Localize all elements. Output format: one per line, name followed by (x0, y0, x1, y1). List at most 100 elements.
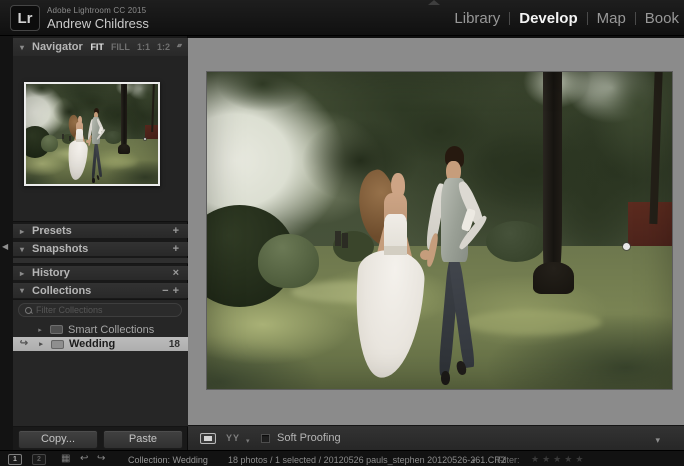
top-panel-collapse-arrow-icon[interactable] (428, 0, 440, 5)
collection-row-wedding-selected[interactable]: Wedding 18 (13, 337, 188, 351)
main-photo[interactable] (207, 72, 672, 389)
wedding-photo-scene (207, 72, 672, 389)
sunlight-patch (216, 262, 281, 278)
filmstrip-source-label: Collection: Wedding (128, 455, 208, 465)
second-window-monitor-button[interactable]: 2 (32, 454, 46, 465)
bush (258, 234, 318, 288)
remove-collection-icon[interactable] (160, 285, 170, 297)
tree-trunk-base (533, 262, 575, 294)
module-book[interactable]: Book (645, 10, 679, 27)
groom-forearm (88, 135, 92, 146)
bush (41, 135, 58, 152)
chevron-right-icon[interactable] (20, 269, 32, 278)
large-tree-trunk (543, 72, 563, 288)
go-forward-icon[interactable] (97, 453, 105, 464)
sunlight-patch (50, 150, 84, 157)
copy-settings-button[interactable]: Copy... (18, 430, 98, 449)
zoom-fill[interactable]: FILL (111, 42, 130, 52)
snapshots-empty-content (13, 258, 188, 264)
star-icon[interactable] (531, 454, 539, 465)
bride-arm (79, 129, 85, 148)
sunlight-patch (99, 159, 139, 167)
develop-toolbar: Soft Proofing (188, 425, 684, 450)
bride-dress-bodice (76, 129, 83, 141)
groom-forearm (458, 213, 489, 250)
star-icon[interactable] (575, 454, 583, 465)
left-panel-collapse-rail[interactable] (0, 36, 13, 466)
bride-face (78, 116, 82, 124)
module-separator (587, 12, 588, 25)
bride (353, 154, 432, 382)
collections-filter-box[interactable] (18, 303, 182, 317)
bride-arm (73, 129, 79, 146)
groom-hair (445, 146, 464, 168)
bride-dress-band (76, 139, 83, 142)
module-develop[interactable]: Develop (519, 10, 577, 27)
module-separator (635, 12, 636, 25)
go-back-icon[interactable] (80, 453, 88, 464)
history-panel-header[interactable]: History (13, 266, 188, 280)
star-icon[interactable] (564, 454, 572, 465)
filmstrip-source-dropdown-icon[interactable] (472, 457, 476, 465)
collections-panel-header[interactable]: Collections (13, 283, 188, 298)
presets-panel-header[interactable]: Presets (13, 224, 188, 238)
module-map[interactable]: Map (597, 10, 626, 27)
filter-label: Filter: (497, 455, 520, 465)
tree-trunk-base (118, 144, 130, 154)
chevron-right-icon[interactable] (35, 326, 45, 334)
star-icon[interactable] (542, 454, 550, 465)
note-card (460, 208, 476, 232)
search-icon (25, 307, 32, 314)
add-snapshot-icon[interactable] (171, 243, 181, 255)
zoom-1-2[interactable]: 1:2 (157, 42, 170, 52)
lightroom-window: Lr Adobe Lightroom CC 2015 Andrew Childr… (0, 0, 684, 466)
before-after-view-icon[interactable] (222, 432, 244, 445)
collection-set-icon (51, 340, 64, 349)
zoom-fit[interactable]: FIT (90, 42, 104, 52)
title-bar: Lr Adobe Lightroom CC 2015 Andrew Childr… (0, 0, 684, 36)
navigator-panel-header[interactable]: Navigator FIT FILL 1:1 1:2 (13, 38, 188, 56)
chevron-down-icon[interactable] (20, 245, 32, 254)
chevron-down-icon[interactable] (20, 43, 32, 52)
chevron-down-icon[interactable] (20, 286, 32, 295)
image-canvas (188, 38, 684, 425)
chevron-right-icon[interactable] (36, 340, 46, 348)
zoom-ratio-swap-icon[interactable] (177, 42, 181, 52)
toolbar-options-dropdown-icon[interactable] (655, 435, 660, 446)
snapshots-title: Snapshots (32, 243, 88, 255)
joined-hands (86, 140, 89, 143)
module-separator (509, 12, 510, 25)
chevron-right-icon[interactable] (20, 227, 32, 236)
collections-filter-input[interactable] (36, 305, 175, 315)
paste-settings-button[interactable]: Paste (103, 430, 183, 449)
groom-trousers (438, 259, 460, 375)
navigator-thumbnail[interactable] (24, 82, 160, 186)
star-icon[interactable] (553, 454, 561, 465)
soft-proofing-label: Soft Proofing (277, 432, 341, 444)
groom-face (94, 112, 98, 119)
module-library[interactable]: Library (454, 10, 500, 27)
filmstrip-selection-info[interactable]: 18 photos / 1 selected / 20120526 pauls_… (228, 455, 506, 465)
clear-history-icon[interactable] (171, 267, 181, 279)
groom-bowtie (94, 117, 98, 120)
collection-row-smart-collections[interactable]: Smart Collections (13, 323, 188, 336)
snapshots-panel-header[interactable]: Snapshots (13, 242, 188, 256)
bride-dress-band (384, 246, 408, 255)
before-after-dropdown-icon[interactable] (246, 437, 250, 445)
groom (423, 146, 495, 387)
right-foliage (560, 72, 672, 269)
grid-view-icon[interactable] (61, 453, 70, 464)
collapse-left-panel-icon[interactable] (2, 243, 8, 251)
groom-hair (94, 108, 99, 115)
groom-trousers (448, 259, 474, 368)
loupe-view-icon[interactable] (200, 433, 216, 444)
main-window-monitor-button[interactable]: 1 (8, 454, 22, 465)
zoom-1-1[interactable]: 1:1 (137, 42, 150, 52)
note-card (98, 127, 103, 134)
add-preset-icon[interactable] (171, 225, 181, 237)
groom-shoe (92, 178, 95, 183)
collection-label: Wedding (69, 338, 115, 350)
soft-proofing-checkbox[interactable] (261, 434, 270, 443)
navigator-preview-area (13, 56, 188, 222)
add-collection-icon[interactable] (171, 285, 181, 297)
